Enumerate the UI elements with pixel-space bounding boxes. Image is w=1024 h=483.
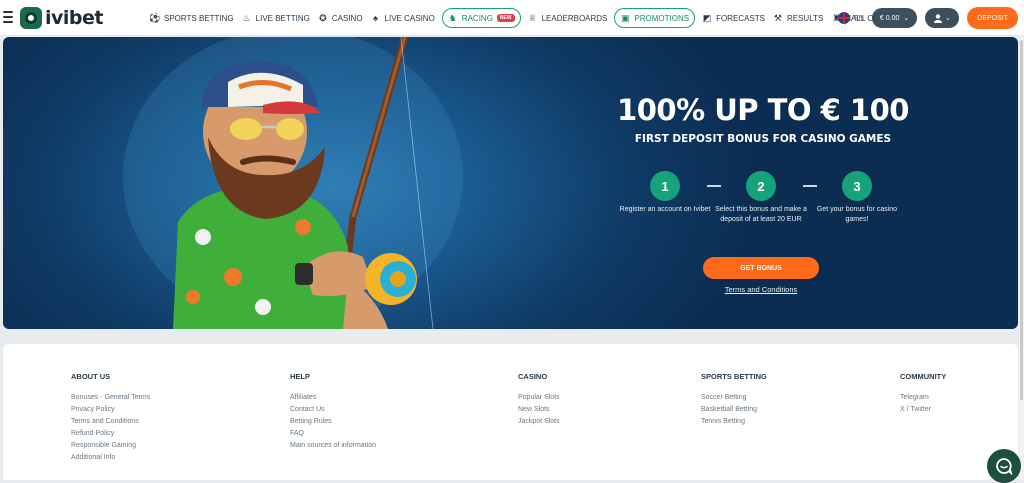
footer-column-community: COMMUNITY Telegram X / Twitter <box>900 372 946 416</box>
nav-live-betting[interactable]: ♨ LIVE BETTING <box>238 8 314 28</box>
scrollbar-thumb[interactable] <box>1020 40 1023 400</box>
menu-icon[interactable] <box>3 11 13 23</box>
nav-results[interactable]: ⚒ RESULTS <box>769 8 827 28</box>
chevron-down-icon: ⌄ <box>903 15 910 22</box>
footer-link[interactable]: X / Twitter <box>900 404 946 416</box>
footer-column-about-us: ABOUT US Bonuses - General Terms Privacy… <box>71 372 150 464</box>
nav-sports-betting[interactable]: ⚽ SPORTS BETTING <box>146 8 238 28</box>
footer-column-casino: CASINO Popular Slots New Slots Jackpot S… <box>518 372 560 428</box>
promo-banner: 100% UP TO € 100 FIRST DEPOSIT BONUS FOR… <box>3 37 1018 329</box>
header-actions: EN € 0.00 ⌄ ⌄ DEPOSIT <box>838 7 1018 29</box>
nav-forecasts[interactable]: ◩ FORECASTS <box>698 8 769 28</box>
step-number: 3 <box>842 171 872 201</box>
tools-icon: ⚒ <box>773 12 782 23</box>
footer-link[interactable]: Basketball Betting <box>701 404 767 416</box>
footer-link[interactable]: New Slots <box>518 404 560 416</box>
footer-column-title: HELP <box>290 372 311 381</box>
footer-link[interactable]: Privacy Policy <box>71 404 150 416</box>
chat-bubble-icon <box>996 458 1013 475</box>
footer-link[interactable]: Refund Policy <box>71 428 150 440</box>
step-number: 2 <box>746 171 776 201</box>
horse-icon: ♞ <box>448 12 457 23</box>
step-1: 1 Register an account on Ivibet <box>617 171 713 215</box>
step-number: 1 <box>650 171 680 201</box>
get-bonus-button[interactable]: GET BONUS <box>703 257 819 279</box>
balance-value: € 0.00 <box>879 14 900 22</box>
user-menu-button[interactable]: ⌄ <box>925 8 960 28</box>
soccer-ball-icon: ⚽ <box>149 12 161 23</box>
logo-icon <box>20 7 42 29</box>
chevron-down-icon: ⌄ <box>944 15 951 22</box>
step-text: Select this bonus and make a deposit of … <box>715 206 807 223</box>
footer-link[interactable]: Betting Rules <box>290 416 376 428</box>
uk-flag-icon <box>838 12 851 24</box>
top-header: ivibet ⚽ SPORTS BETTING ♨ LIVE BETTING ✪… <box>0 0 1024 36</box>
footer-link[interactable]: FAQ <box>290 428 376 440</box>
nav-casino[interactable]: ✪ CASINO <box>314 8 367 28</box>
new-badge: NEW <box>496 14 515 22</box>
nav-live-casino[interactable]: ♠ LIVE CASINO <box>367 8 439 28</box>
footer-link[interactable]: Tennis Betting <box>701 416 767 428</box>
promo-content: 100% UP TO € 100 FIRST DEPOSIT BONUS FOR… <box>609 37 917 329</box>
fire-icon: ♨ <box>242 12 251 23</box>
footer-column-title: ABOUT US <box>71 372 111 381</box>
footer-link[interactable]: Contact Us <box>290 404 376 416</box>
nav-racing[interactable]: ♞ RACING NEW <box>441 8 521 28</box>
bonus-steps: 1 Register an account on Ivibet 2 Select… <box>609 171 917 231</box>
footer-link[interactable]: Additional Info <box>71 452 150 464</box>
deposit-button[interactable]: DEPOSIT <box>967 7 1018 29</box>
footer: ABOUT US Bonuses - General Terms Privacy… <box>3 344 1018 480</box>
balance-button[interactable]: € 0.00 ⌄ <box>871 8 918 28</box>
promo-headline: 100% UP TO € 100 <box>617 93 909 127</box>
casino-chip-icon: ✪ <box>319 12 327 23</box>
footer-link[interactable]: Affiliates <box>290 392 376 404</box>
logo[interactable]: ivibet <box>20 6 103 30</box>
nav-leaderboards[interactable]: ♕ LEADERBOARDS <box>524 8 612 28</box>
step-text: Register an account on Ivibet <box>619 206 711 213</box>
footer-link[interactable]: Terms and Conditions <box>71 416 150 428</box>
step-3: 3 Get your bonus for casino games! <box>809 171 905 224</box>
footer-column-title: SPORTS BETTING <box>701 372 767 381</box>
footer-column-title: CASINO <box>518 372 548 381</box>
fisherman-illustration <box>123 37 463 329</box>
main-nav: ⚽ SPORTS BETTING ♨ LIVE BETTING ✪ CASINO… <box>146 8 906 28</box>
terms-and-conditions-link[interactable]: Terms and Conditions <box>703 285 819 294</box>
logo-text: ivibet <box>45 7 103 29</box>
promo-subheadline: FIRST DEPOSIT BONUS FOR CASINO GAMES <box>634 133 892 145</box>
language-label: EN <box>854 14 864 22</box>
footer-link[interactable]: Soccer Betting <box>701 392 767 404</box>
footer-link[interactable]: Jackpot Slots <box>518 416 560 428</box>
footer-column-sports-betting: SPORTS BETTING Soccer Betting Basketball… <box>701 372 767 428</box>
nav-promotions[interactable]: ▣ PROMOTIONS <box>614 8 696 28</box>
step-2: 2 Select this bonus and make a deposit o… <box>713 171 809 224</box>
footer-column-title: COMMUNITY <box>900 372 947 381</box>
footer-link[interactable]: Main sources of information <box>290 440 376 452</box>
footer-link[interactable]: Popular Slots <box>518 392 560 404</box>
user-icon <box>933 13 942 23</box>
gift-icon: ▣ <box>621 12 630 23</box>
footer-link[interactable]: Bonuses - General Terms <box>71 392 150 404</box>
step-text: Get your bonus for casino games! <box>816 206 898 223</box>
language-selector[interactable]: EN <box>838 12 864 24</box>
footer-link[interactable]: Responsible Gaming <box>71 440 150 452</box>
chart-icon: ◩ <box>702 12 712 23</box>
live-chat-button[interactable] <box>987 449 1021 483</box>
footer-column-help: HELP Affiliates Contact Us Betting Rules… <box>290 372 376 452</box>
trophy-icon: ♕ <box>528 12 537 23</box>
footer-link[interactable]: Telegram <box>900 392 946 404</box>
cards-icon: ♠ <box>373 13 378 23</box>
